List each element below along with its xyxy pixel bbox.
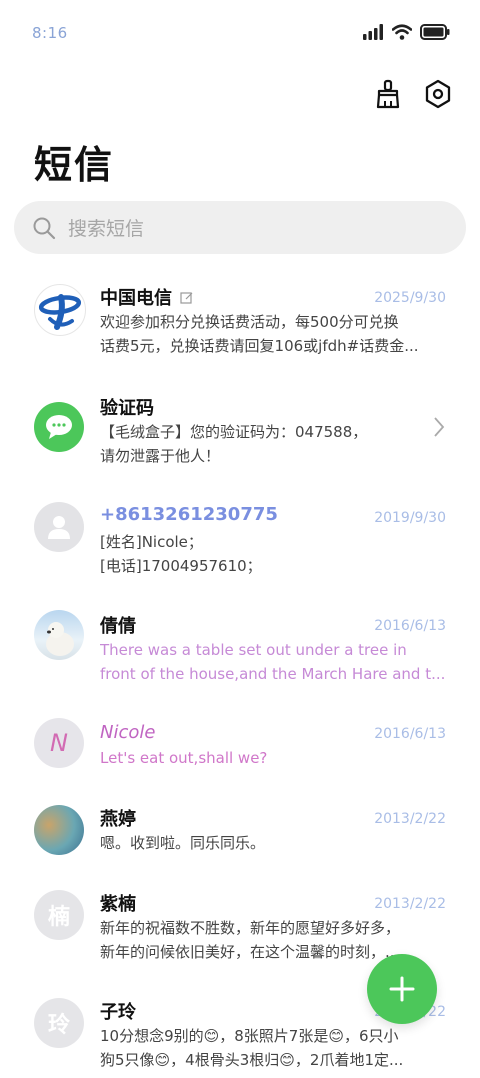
message-preview: [姓名]Nicole； [电话]17004957610； (100, 533, 262, 575)
avatar (34, 610, 84, 660)
contact-name: 紫楠 (100, 894, 136, 915)
broom-icon (376, 79, 400, 109)
message-preview: Let's eat out,shall we? (100, 749, 268, 767)
avatar: 楠 (34, 890, 84, 940)
message-preview: 10分想念9别的😊，8张照片7张是😊，6只小 狗5只像😊，4根骨头3根归😊，2爪… (100, 1027, 404, 1069)
status-icons (362, 24, 450, 40)
settings-icon (425, 79, 451, 109)
avatar-letter: N (50, 729, 68, 757)
plus-icon (389, 976, 415, 1002)
message-preview: 嗯。收到啦。同乐同乐。 (100, 834, 266, 852)
chevron-right-icon[interactable] (432, 416, 446, 442)
message-date: 2013/2/22 (374, 896, 446, 912)
signal-icon (363, 24, 383, 40)
message-date: 2025/9/30 (374, 290, 446, 306)
china-telecom-logo (38, 294, 82, 330)
contact-name: 子玲 (100, 1002, 136, 1023)
avatar (34, 502, 84, 552)
page-title: 短信 (34, 142, 115, 187)
avatar-letter: 玲 (47, 1013, 70, 1038)
settings-button[interactable] (422, 78, 454, 110)
message-preview: 【毛绒盒子】您的验证码为：047588， 请勿泄露于他人！ (100, 423, 368, 465)
message-row[interactable]: 倩倩 2016/6/13 There was a table set out u… (0, 600, 480, 700)
avatar (34, 805, 84, 855)
message-preview: There was a table set out under a tree i… (100, 641, 446, 683)
avatar (34, 402, 84, 452)
avatar-letter: 楠 (47, 905, 70, 930)
message-preview: 欢迎参加积分兑换话费活动，每500分可兑换 话费5元，兑换话费请回复106或jf… (100, 313, 419, 355)
contact-name: 验证码 (100, 398, 154, 419)
search-icon (32, 216, 56, 240)
message-row[interactable]: +8613261230775 2019/9/30 [姓名]Nicole； [电话… (0, 490, 480, 590)
avatar (34, 284, 86, 336)
avatar: 玲 (34, 998, 84, 1048)
chat-bubble-icon (46, 415, 72, 439)
polar-bear-photo (46, 622, 74, 656)
wifi-icon (392, 24, 412, 40)
contact-name: Nicole (100, 722, 156, 743)
battery-icon (420, 24, 450, 40)
message-row[interactable]: N Nicole 2016/6/13 Let's eat out,shall w… (0, 710, 480, 800)
message-date: 2019/9/30 (374, 510, 446, 526)
contact-name: 中国电信 (100, 284, 194, 310)
search-placeholder: 搜索短信 (68, 218, 145, 240)
status-bar: 8:16 (0, 0, 480, 66)
person-icon (48, 516, 70, 539)
top-actions (372, 78, 454, 110)
message-date: 2013/2/22 (374, 811, 446, 827)
new-message-button[interactable] (367, 954, 437, 1024)
edit-icon (180, 289, 194, 310)
message-row[interactable]: 燕婷 2013/2/22 嗯。收到啦。同乐同乐。 (0, 805, 480, 895)
message-date: 2016/6/13 (374, 726, 446, 742)
message-date: 2016/6/13 (374, 618, 446, 634)
message-row[interactable]: 中国电信 2025/9/30 欢迎参加积分兑换话费活动，每500分可兑换 话费5… (0, 270, 480, 370)
avatar: N (34, 718, 84, 768)
status-time: 8:16 (32, 24, 68, 42)
clean-button[interactable] (372, 78, 404, 110)
contact-name: 倩倩 (100, 616, 136, 637)
search-bar[interactable]: 搜索短信 (14, 201, 466, 254)
contact-name: 燕婷 (100, 809, 136, 830)
message-row[interactable]: 验证码 【毛绒盒子】您的验证码为：047588， 请勿泄露于他人！ (0, 380, 480, 480)
contact-name: +8613261230775 (100, 504, 278, 525)
